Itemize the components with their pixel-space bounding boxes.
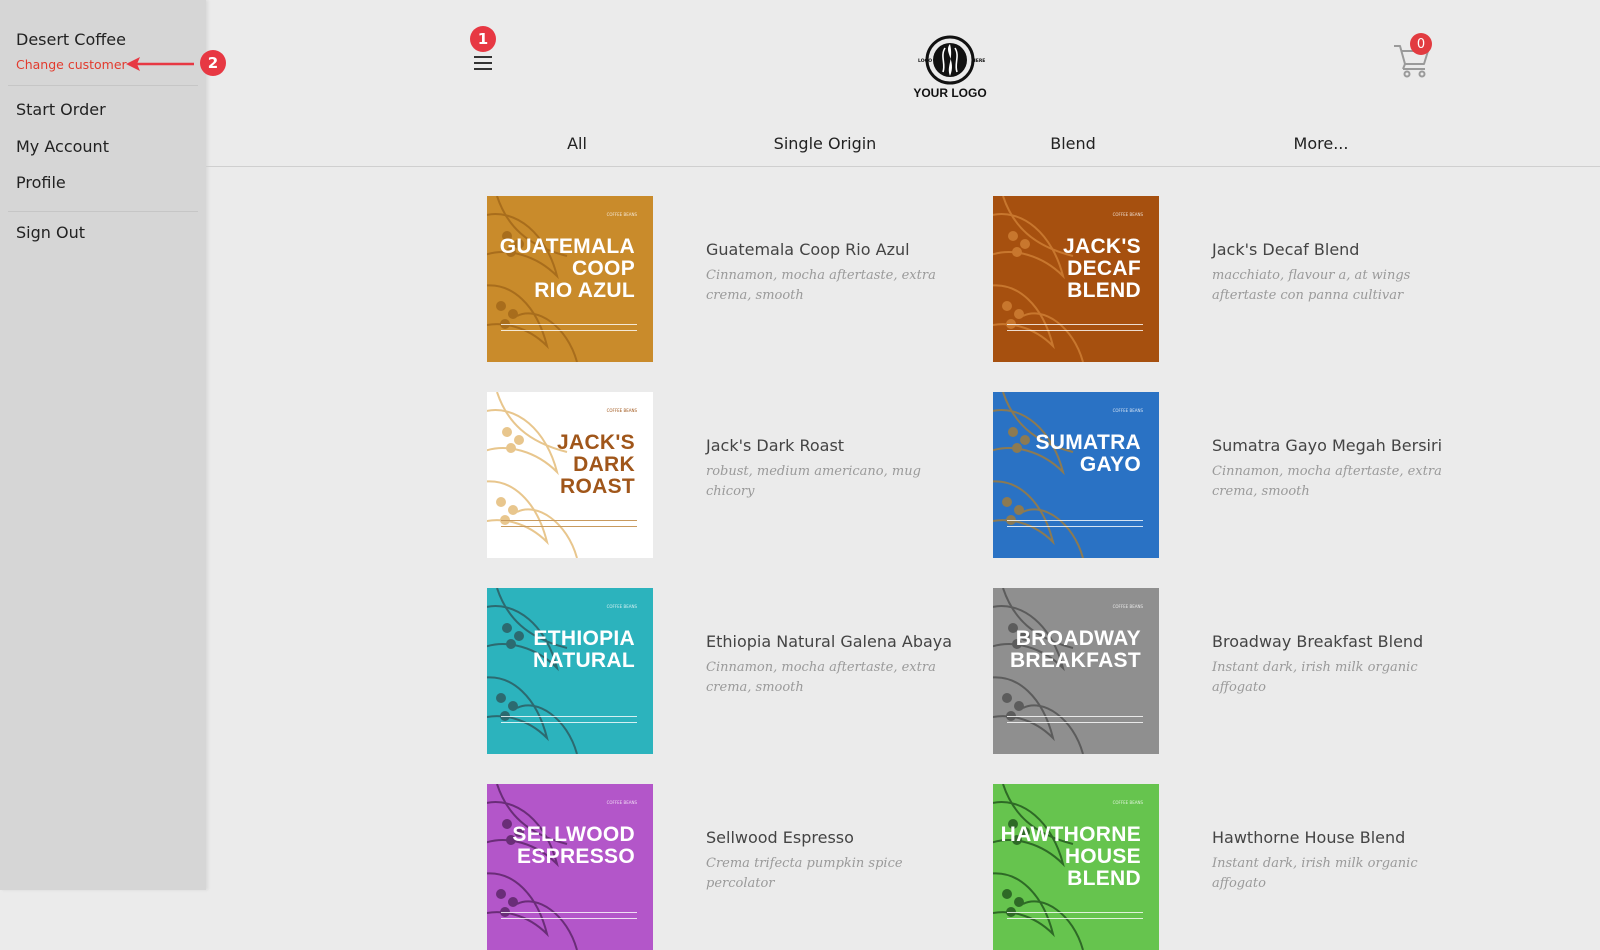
sidebar-item-start-order[interactable]: Start Order <box>16 100 106 119</box>
product-label: SELLWOOD ESPRESSO <box>512 823 635 868</box>
product-label: JACK'S DECAF BLEND <box>1063 235 1141 302</box>
product-description: Cinnamon, mocha aftertaste, extra crema,… <box>1212 464 1442 499</box>
product-description: macchiato, flavour a, at wings aftertast… <box>1212 268 1411 303</box>
product-description: Instant dark, irish milk organic affogat… <box>1212 660 1418 695</box>
product-image[interactable]: COFFEE BEANS SUMATRA GAYO <box>993 392 1159 558</box>
product-title[interactable]: Sumatra Gayo Megah Bersiri <box>1212 436 1442 455</box>
logo-small-right: HERE <box>972 58 985 64</box>
product-image[interactable]: COFFEE BEANS JACK'S DECAF BLEND <box>993 196 1159 362</box>
product-image[interactable]: COFFEE BEANS SELLWOOD ESPRESSO <box>487 784 653 950</box>
product-image[interactable]: COFFEE BEANS JACK'S DARK ROAST <box>487 392 653 558</box>
tab-more[interactable]: More... <box>1294 134 1349 153</box>
sidebar-divider <box>8 211 198 212</box>
product-label: HAWTHORNE HOUSE BLEND <box>1000 823 1141 890</box>
tab-single-origin[interactable]: Single Origin <box>774 134 877 153</box>
change-customer-link[interactable]: Change customer <box>16 57 127 72</box>
product-title[interactable]: Hawthorne House Blend <box>1212 828 1405 847</box>
customer-name: Desert Coffee <box>16 30 126 49</box>
logo-mark-icon: LOGO HERE <box>918 35 985 85</box>
label-small-text: COFFEE BEANS <box>606 408 637 413</box>
tab-all[interactable]: All <box>567 134 587 153</box>
annotation-badge-1: 1 <box>470 26 496 52</box>
sidebar-item-sign-out[interactable]: Sign Out <box>16 223 85 242</box>
annotation-arrow-icon <box>126 57 194 71</box>
product-title[interactable]: Sellwood Espresso <box>706 828 854 847</box>
hamburger-menu-icon[interactable] <box>472 52 496 74</box>
product-title[interactable]: Broadway Breakfast Blend <box>1212 632 1423 651</box>
product-label: SUMATRA GAYO <box>1035 431 1141 476</box>
product-description: Cinnamon, mocha aftertaste, extra crema,… <box>706 660 936 695</box>
product-label: BROADWAY BREAKFAST <box>1009 627 1141 672</box>
product-title[interactable]: Guatemala Coop Rio Azul <box>706 240 910 259</box>
sidebar-divider <box>8 85 198 86</box>
sidebar: Desert Coffee Change customer Start Orde… <box>0 0 206 890</box>
label-small-text: COFFEE BEANS <box>606 800 637 805</box>
logo: LOGO HERE YOUR LOGO <box>910 30 990 102</box>
product-description: Cinnamon, mocha aftertaste, extra crema,… <box>706 268 936 303</box>
logo-small-left: LOGO <box>918 58 932 64</box>
label-small-text: COFFEE BEANS <box>1112 212 1143 217</box>
logo-text: YOUR LOGO <box>913 86 987 100</box>
sidebar-item-my-account[interactable]: My Account <box>16 137 109 156</box>
product-image[interactable]: COFFEE BEANS ETHIOPIA NATURAL <box>487 588 653 754</box>
product-label: ETHIOPIA NATURAL <box>532 627 635 672</box>
product-label: GUATEMALA COOP RIO AZUL <box>499 235 635 302</box>
sidebar-item-profile[interactable]: Profile <box>16 173 66 192</box>
product-image[interactable]: COFFEE BEANS BROADWAY BREAKFAST <box>993 588 1159 754</box>
product-description: robust, medium americano, mug chicory <box>706 464 921 499</box>
product-title[interactable]: Ethiopia Natural Galena Abaya <box>706 632 952 651</box>
category-tabs: All Single Origin Blend More... <box>206 124 1600 167</box>
label-small-text: COFFEE BEANS <box>1112 800 1143 805</box>
product-title[interactable]: Jack's Dark Roast <box>706 436 844 455</box>
cart-count-badge: 0 <box>1410 33 1432 55</box>
label-small-text: COFFEE BEANS <box>606 604 637 609</box>
tab-blend[interactable]: Blend <box>1050 134 1096 153</box>
label-small-text: COFFEE BEANS <box>1112 408 1143 413</box>
product-image[interactable]: COFFEE BEANS HAWTHORNE HOUSE BLEND <box>993 784 1159 950</box>
annotation-badge-2: 2 <box>200 50 226 76</box>
product-title[interactable]: Jack's Decaf Blend <box>1212 240 1359 259</box>
product-image[interactable]: COFFEE BEANS GUATEMALA COOP RIO AZUL <box>487 196 653 362</box>
label-small-text: COFFEE BEANS <box>606 212 637 217</box>
product-description: Instant dark, irish milk organic affogat… <box>1212 856 1418 891</box>
product-label: JACK'S DARK ROAST <box>557 431 635 498</box>
label-small-text: COFFEE BEANS <box>1112 604 1143 609</box>
product-description: Crema trifecta pumpkin spice percolator <box>706 856 903 891</box>
